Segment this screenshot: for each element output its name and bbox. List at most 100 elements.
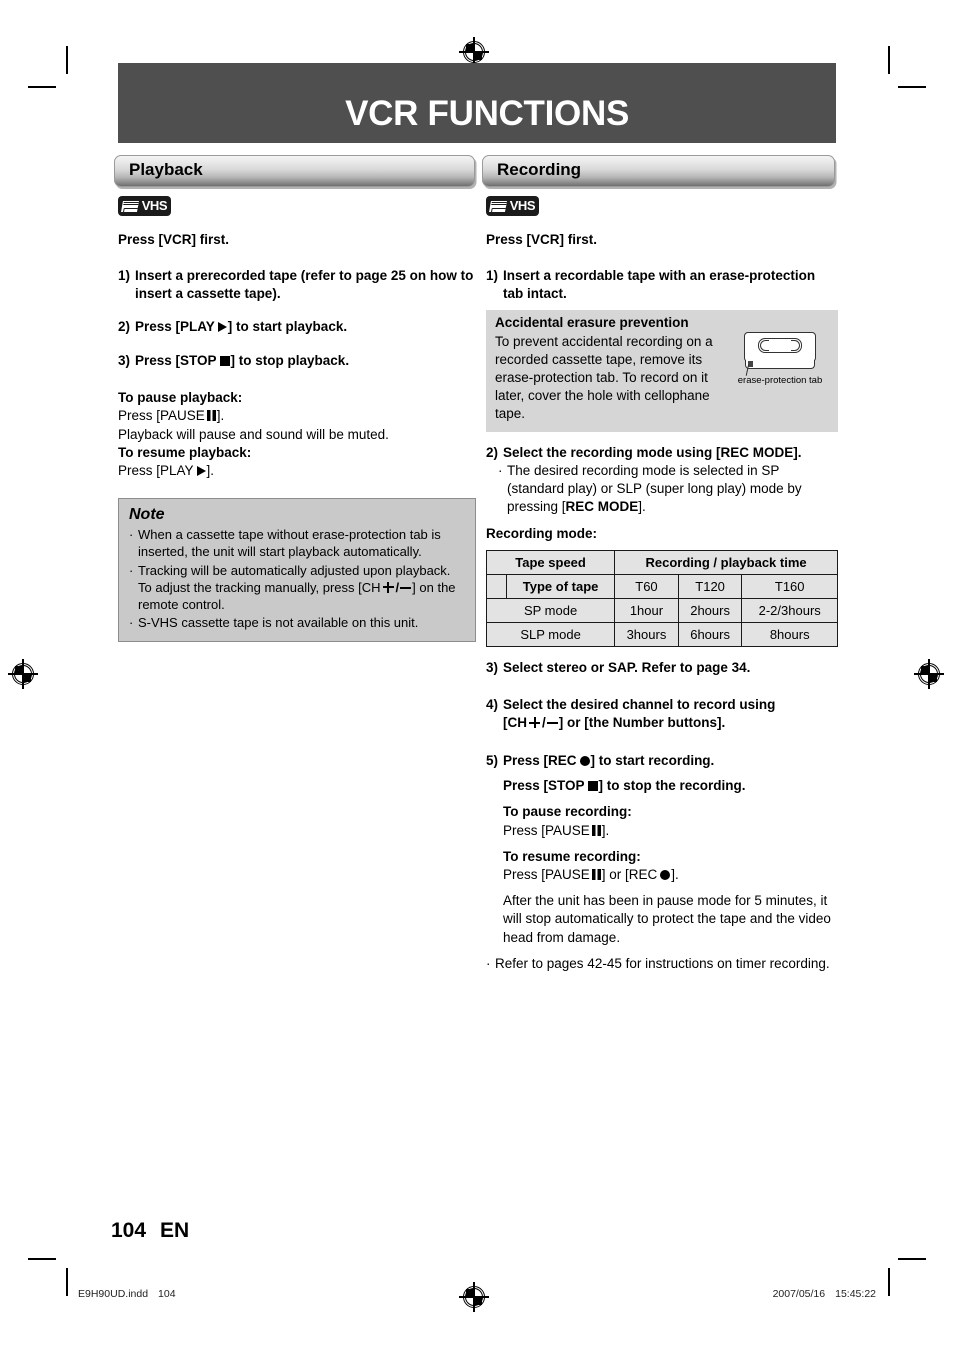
table-cell-t60: T60 [614,573,679,599]
bullet-dot-icon: · [129,615,134,631]
footer-file-name: E9H90UD.indd [78,1288,149,1300]
registration-mark-bottom [459,1282,489,1312]
recording-step-2-text: Select the recording mode using [REC MOD… [503,445,802,461]
registration-mark-right [914,659,944,689]
recording-pause-heading: To pause recording: [503,804,632,820]
table-row: Tape speed Recording / playback time [485,549,838,575]
accidental-erasure-title: Accidental erasure prevention [495,315,689,331]
table-cell-slp-mode: SLP mode [485,621,616,647]
crop-mark-bottom-left [66,1268,68,1296]
section-header-recording-label: Recording [497,160,582,179]
recording-step-3: 3) Select stereo or SAP. Refer to page 3… [486,659,838,677]
section-header-playback-label: Playback [129,160,203,179]
recording-resume-heading: To resume recording: [503,848,641,864]
recording-step-3-number: 3) [486,659,499,675]
recording-resume-press: Press [PAUSE] or [REC]. [503,866,679,882]
cassette-figure-caption: erase-protection tab [737,375,823,387]
minus-icon [546,722,558,724]
crop-mark-right-upper [898,86,926,88]
recording-step-5-number: 5) [486,752,499,768]
recording-step-2: 2) Select the recording mode using [REC … [486,444,838,462]
cassette-tape-icon [487,199,509,213]
plus-icon [529,717,540,728]
play-icon [196,466,206,477]
playback-step-1-number: 1) [118,268,131,283]
crop-mark-bottom-right [888,1268,890,1296]
stop-icon [219,355,230,366]
table-cell-rec-playback-time: Recording / playback time [614,549,838,575]
bullet-dot-icon: · [486,955,491,971]
recording-mode-label: Recording mode: [486,525,598,541]
table-cell-slp-t160: 8hours [741,621,838,647]
recording-pause-timeout-note: After the unit has been in pause mode fo… [503,893,831,945]
footer-file-page: 104 [158,1288,176,1300]
playback-step-1: 1) Insert a prerecorded tape (refer to p… [118,267,478,302]
recording-column: VHS Press [VCR] first. 1) Insert a recor… [485,196,838,973]
table-cell-t160: T160 [741,573,838,599]
table-cell-tape-speed: Tape speed [485,549,616,575]
cassette-tape-icon [119,199,141,213]
table-cell-sp-mode: SP mode [485,597,616,623]
recording-step-3-text: Select stereo or SAP. Refer to page 34. [503,659,751,675]
record-icon [579,755,590,766]
playback-step-1-text: Insert a prerecorded tape (refer to page… [135,268,474,301]
playback-resume-heading: To resume playback: [118,444,252,460]
playback-pause-heading: To pause playback: [118,390,243,406]
crop-mark-top-right [888,46,890,74]
recording-mode-table: Tape speed Recording / playback time Typ… [485,549,838,647]
table-cell-sp-t120: 2hours [677,597,743,623]
recording-step-4-text: Select the desired channel to record usi… [503,697,776,730]
recording-step-4: 4) Select the desired channel to record … [486,696,838,731]
section-header-recording: Recording [482,155,835,187]
playback-step-2: 2) Press [PLAY] to start playback. [118,318,478,336]
footer-file-info: E9H90UD.indd 104 [78,1288,176,1300]
crop-mark-left-lower [28,1258,56,1260]
manual-page: VCR FUNCTIONS Playback Recording VHS Pre… [0,0,954,1351]
page-number-value: 104 [111,1219,147,1242]
vhs-badge-label: VHS [141,198,168,213]
note-item-1: · When a cassette tape without erase-pro… [129,527,441,560]
vhs-badge-label: VHS [509,198,536,213]
table-row: SLP mode 3hours 6hours 8hours [485,621,838,647]
recording-press-vcr-first: Press [VCR] first. [486,232,598,247]
bullet-dot-icon: · [129,527,134,543]
recording-step-5: 5) Press [REC] to start recording. [486,752,838,770]
table-cell-sp-t60: 1hour [614,597,679,623]
footer-time: 15:45:22 [835,1288,876,1300]
recording-step-1: 1) Insert a recordable tape with an eras… [486,267,838,302]
registration-mark-left [8,659,38,689]
playback-step-3-text: Press [STOP] to stop playback. [135,352,350,368]
footer-date: 2007/05/16 [772,1288,826,1300]
bullet-dot-icon: · [129,562,134,578]
table-cell-t120: T120 [677,573,743,599]
recording-timer-bullet: · Refer to pages 42-45 for instructions … [486,955,838,973]
pause-icon [591,824,601,836]
pause-icon [591,868,601,880]
playback-step-3-number: 3) [118,352,131,368]
playback-press-vcr-first: Press [VCR] first. [118,232,230,247]
minus-icon [400,586,412,589]
crop-mark-right-lower [898,1258,926,1260]
recording-step-1-text: Insert a recordable tape with an erase-p… [503,268,816,301]
table-row: Type of tape T60 T120 T160 [486,573,838,599]
playback-column: VHS Press [VCR] first. 1) Insert a prere… [118,196,478,643]
playback-note-box: Note · When a cassette tape without eras… [118,498,476,643]
bullet-dot-icon: · [498,463,503,479]
playback-resume-press: Press [PLAY]. [118,463,215,479]
table-cell-slp-t120: 6hours [677,621,743,647]
playback-step-2-number: 2) [118,319,131,335]
page-title: VCR FUNCTIONS [345,94,629,133]
plus-icon [382,581,394,593]
note-item-3: · S-VHS cassette tape is not available o… [129,615,419,631]
table-cell-type-of-tape: Type of tape [505,573,616,599]
recording-step-2-bullet: · The desired recording mode is selected… [486,462,838,517]
table-row: SP mode 1hour 2hours 2-2/3hours [485,597,838,623]
page-language-code: EN [160,1219,190,1242]
cassette-figure: erase-protection tab [728,332,832,386]
table-cell-sp-t160: 2-2/3hours [741,597,838,623]
note-title: Note [129,506,165,524]
accidental-erasure-text: To prevent accidental recording on a rec… [495,334,713,422]
crop-mark-left-upper [28,86,56,88]
playback-step-2-text: Press [PLAY] to start playback. [135,319,348,335]
recording-step-1-number: 1) [486,268,499,283]
